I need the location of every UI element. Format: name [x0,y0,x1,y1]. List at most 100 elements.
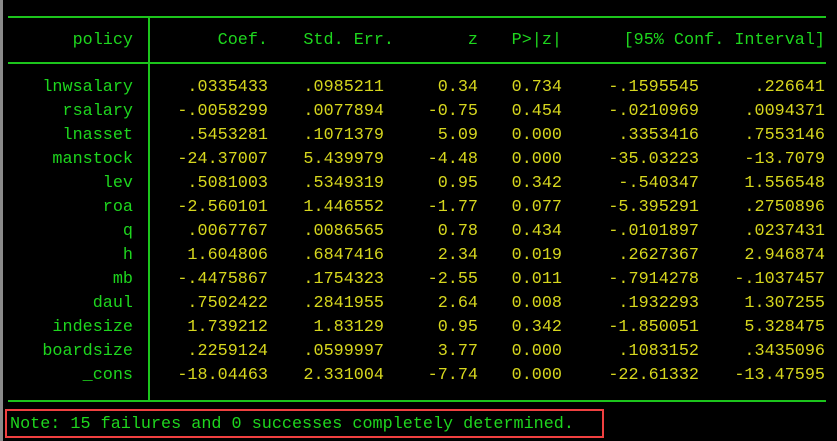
variable-name: mb [112,270,133,289]
z-value: 5.09 [437,126,478,145]
ci-upper-value: .7553146 [744,126,825,145]
variable-name: lnwsalary [42,78,133,97]
p-value: 0.734 [511,78,562,97]
coef-value: -2.560101 [177,198,268,217]
variable-name: h [122,246,133,265]
stderr-value: .1071379 [303,126,384,145]
stderr-value: .0985211 [303,78,384,97]
ci-upper-value: -.1037457 [734,270,825,289]
p-value: 0.000 [511,342,562,361]
coef-value: -24.37007 [177,150,268,169]
stderr-value: 5.439979 [303,150,384,169]
note-text: Note: 15 failures and 0 successes comple… [10,415,574,434]
coef-value: 1.739212 [187,318,268,337]
ci-lower-value: -.1595545 [608,78,699,97]
p-value: 0.000 [511,126,562,145]
p-value: 0.342 [511,318,562,337]
z-value: -2.55 [427,270,478,289]
table-bottom-rule [8,400,826,402]
p-value: 0.000 [511,150,562,169]
stderr-value: 2.331004 [303,366,384,385]
z-value: 0.95 [437,174,478,193]
coef-value: -18.04463 [177,366,268,385]
note-highlight-box: Note: 15 failures and 0 successes comple… [5,409,604,438]
col-header-coef: Coef. [217,31,268,50]
coef-value: .5081003 [187,174,268,193]
coef-value: .2259124 [187,342,268,361]
z-value: 0.34 [437,78,478,97]
z-value: 2.34 [437,246,478,265]
variable-name: _cons [82,366,133,385]
p-value: 0.000 [511,366,562,385]
stderr-value: .2841955 [303,294,384,313]
ci-lower-value: .1083152 [618,342,699,361]
z-value: 3.77 [437,342,478,361]
z-value: 0.78 [437,222,478,241]
variable-name: boardsize [42,342,133,361]
stderr-value: .0086565 [303,222,384,241]
ci-lower-value: -.540347 [618,174,699,193]
variable-name: manstock [52,150,133,169]
stderr-value: .5349319 [303,174,384,193]
variable-name: lnasset [62,126,134,145]
variable-name: rsalary [62,102,134,121]
window-left-border [0,0,3,441]
ci-lower-value: .3353416 [618,126,699,145]
ci-upper-value: 5.328475 [744,318,825,337]
ci-lower-value: -1.850051 [608,318,699,337]
z-value: 2.64 [437,294,478,313]
ci-upper-value: .226641 [754,78,826,97]
ci-lower-value: -.0210969 [608,102,699,121]
ci-lower-value: .2627367 [618,246,699,265]
ci-upper-value: -13.47595 [734,366,825,385]
ci-lower-value: -.0101897 [608,222,699,241]
stderr-value: .1754323 [303,270,384,289]
ci-upper-value: .0094371 [744,102,825,121]
variable-name: lev [102,174,133,193]
coef-value: .5453281 [187,126,268,145]
ci-lower-value: -22.61332 [608,366,699,385]
col-header-pvalue: P>|z| [511,31,562,50]
coef-value: .7502422 [187,294,268,313]
ci-upper-value: .0237431 [744,222,825,241]
z-value: -7.74 [427,366,478,385]
ci-lower-value: -.7914278 [608,270,699,289]
col-header-z: z [467,31,478,50]
stderr-value: .0077894 [303,102,384,121]
table-header-rule [8,62,826,64]
z-value: -1.77 [427,198,478,217]
col-header-stderr: Std. Err. [303,31,394,50]
p-value: 0.019 [511,246,562,265]
z-value: -0.75 [427,102,478,121]
p-value: 0.008 [511,294,562,313]
variable-name: roa [102,198,133,217]
ci-upper-value: .2750896 [744,198,825,217]
coef-value: -.0058299 [177,102,268,121]
coef-value: .0067767 [187,222,268,241]
p-value: 0.454 [511,102,562,121]
stderr-value: 1.446552 [303,198,384,217]
ci-lower-value: -35.03223 [608,150,699,169]
variable-name: indesize [52,318,133,337]
ci-upper-value: .3435096 [744,342,825,361]
coef-value: 1.604806 [187,246,268,265]
ci-upper-value: -13.7079 [744,150,825,169]
depvar-header: policy [72,31,133,50]
ci-upper-value: 1.556548 [744,174,825,193]
variable-name: q [122,222,133,241]
stderr-value: 1.83129 [313,318,385,337]
col-header-conf-interval: [95% Conf. Interval] [623,31,825,50]
stderr-value: .6847416 [303,246,384,265]
p-value: 0.011 [511,270,562,289]
coef-value: .0335433 [187,78,268,97]
z-value: -4.48 [427,150,478,169]
variable-name: daul [92,294,133,313]
p-value: 0.342 [511,174,562,193]
coef-value: -.4475867 [177,270,268,289]
ci-upper-value: 2.946874 [744,246,825,265]
ci-upper-value: 1.307255 [744,294,825,313]
z-value: 0.95 [437,318,478,337]
p-value: 0.077 [511,198,562,217]
ci-lower-value: .1932293 [618,294,699,313]
table-top-rule [8,16,826,18]
